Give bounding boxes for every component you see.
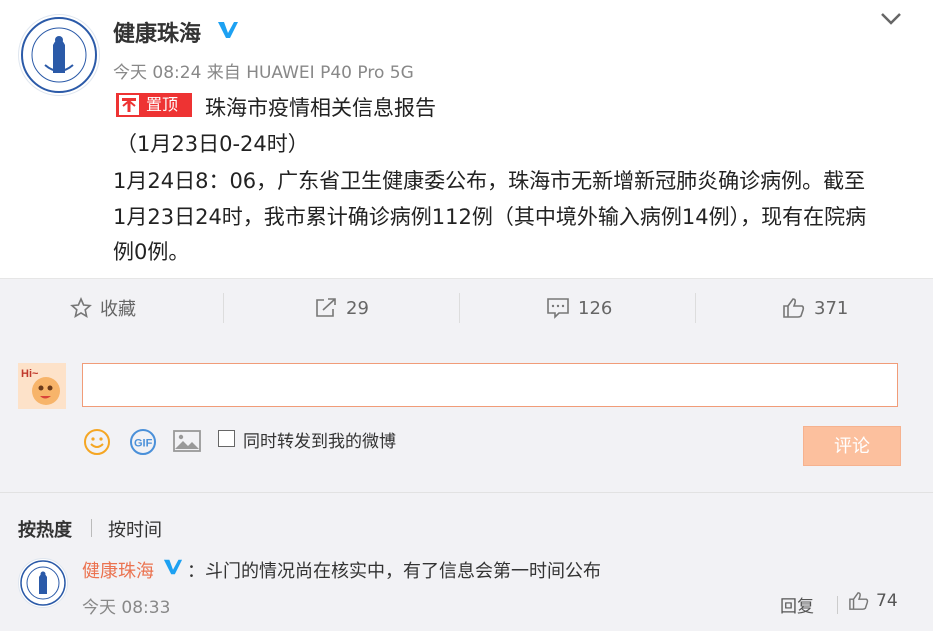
action-separator (695, 293, 696, 323)
action-separator (223, 293, 224, 323)
pinned-badge: 置顶 (116, 93, 192, 117)
comment-section: Hi~ GIF 同时转发到我的微博 评论 按热度 按时间 健康珠海 ：斗门的情况… (0, 336, 933, 631)
forward-label[interactable]: 同时转发到我的微博 (243, 427, 396, 452)
comment-action-separator (837, 596, 838, 614)
sort-by-hot-tab[interactable]: 按热度 (18, 516, 72, 542)
comment-time: 今天 08:33 (82, 598, 171, 618)
emoji-icon[interactable] (83, 428, 111, 460)
repost-count: 29 (346, 297, 369, 319)
comment-button[interactable]: 126 (546, 279, 612, 337)
repost-button[interactable]: 29 (314, 279, 369, 337)
current-user-avatar: Hi~ (18, 363, 66, 409)
forward-checkbox[interactable] (218, 430, 235, 447)
verified-icon (163, 557, 183, 581)
comment-input[interactable] (82, 363, 898, 407)
post-text-line: （1月23日0-24时） (116, 132, 309, 156)
reply-button[interactable]: 回复 (780, 592, 814, 617)
sort-separator (91, 519, 92, 537)
commenter-avatar[interactable] (18, 558, 68, 608)
repost-icon (316, 298, 336, 317)
comment-like-count: 74 (876, 591, 898, 611)
post-text-line: 1月24日8：06，广东省卫生健康委公布，珠海市无新增新冠肺炎确诊病例。截至 (113, 169, 866, 193)
author-name-text[interactable]: 健康珠海 (113, 22, 201, 47)
comment-count: 126 (578, 297, 613, 319)
svg-text:Hi~: Hi~ (21, 368, 39, 380)
commenter-name[interactable]: 健康珠海 (82, 557, 154, 583)
post-text-line: 例0例。 (113, 240, 190, 264)
submit-comment-button[interactable]: 评论 (803, 426, 901, 466)
like-icon (783, 298, 805, 318)
weibo-post: 健康珠海 今天 08:24 来自 HUAWEI P40 Pro 5G 置顶 珠海… (0, 0, 933, 278)
like-button[interactable]: 371 (782, 279, 848, 337)
post-text-line: 1月23日24时，我市累计确诊病例112例（其中境外输入病例14例），现有在院病 (113, 205, 867, 229)
verified-icon (217, 20, 239, 46)
post-title: 珠海市疫情相关信息报告 (205, 96, 436, 120)
author-avatar[interactable] (18, 14, 100, 96)
comment-icon (547, 298, 569, 319)
action-separator (459, 293, 460, 323)
pin-icon (119, 95, 139, 115)
favorite-button[interactable]: 收藏 (70, 279, 136, 337)
comment-text: ：斗门的情况尚在核实中，有了信息会第一时间公布 (187, 561, 601, 582)
comment-like-button[interactable]: 74 (848, 591, 898, 611)
post-meta: 今天 08:24 来自 HUAWEI P40 Pro 5G (113, 63, 414, 83)
author-name[interactable]: 健康珠海 (113, 16, 239, 48)
svg-text:GIF: GIF (134, 438, 153, 450)
like-count: 371 (814, 297, 849, 319)
gif-icon[interactable]: GIF (128, 428, 158, 460)
pinned-label: 置顶 (146, 95, 179, 114)
section-divider (0, 492, 933, 493)
sort-by-time-tab[interactable]: 按时间 (108, 516, 162, 542)
star-icon (70, 297, 92, 318)
favorite-label: 收藏 (100, 299, 136, 320)
like-icon (849, 592, 869, 610)
post-actions-bar: 收藏 29 126 371 (0, 278, 933, 337)
image-icon[interactable] (172, 428, 202, 458)
chevron-down-icon[interactable] (878, 8, 904, 30)
